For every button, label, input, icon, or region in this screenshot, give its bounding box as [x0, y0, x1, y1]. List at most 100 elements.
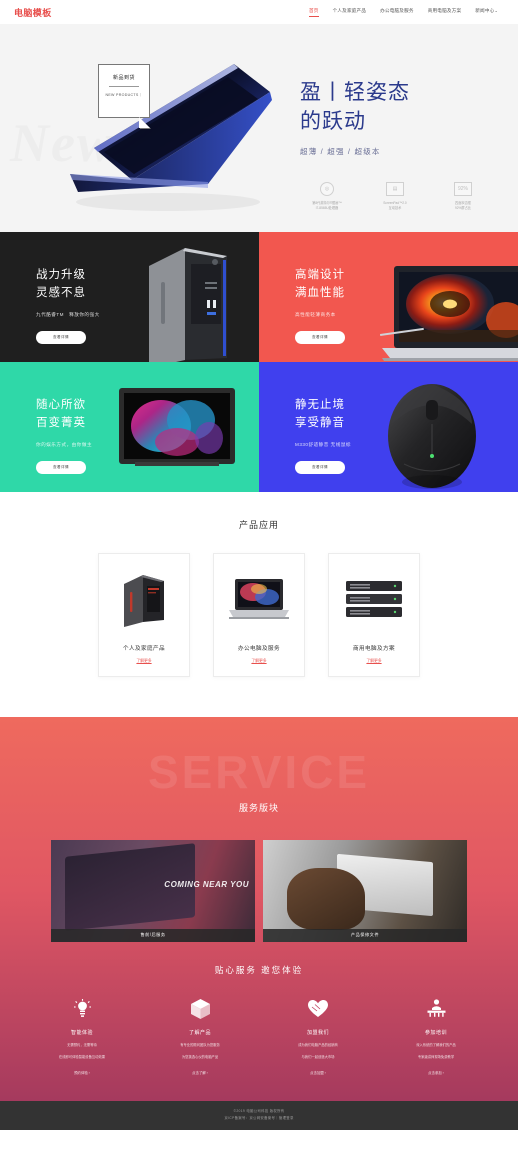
main-navigation: 首页 个人及家庭产品 办公电脑及服务 商用电脑及方案 新闻中心⌄ — [308, 8, 504, 17]
care-item-join[interactable]: 加盟我们 成为我们电脑产品的经销商 与我们一起创造大市场 点击加盟 › — [281, 998, 355, 1075]
application-more-personal[interactable]: 了解更多 — [105, 659, 183, 664]
screen-icon: ▤ — [386, 182, 404, 196]
training-icon — [399, 998, 473, 1020]
nav-item-news[interactable]: 新闻中心⌄ — [475, 8, 498, 17]
care-item-products[interactable]: 了解产品 有专业的顾问团队为您服务 为您挑选心仪的电脑产品 点击了解 › — [163, 998, 237, 1075]
application-name-business: 商用电脑及方案 — [353, 646, 395, 652]
panel-tablet-subtitle: 你的娱乐方式，由你做主 — [36, 441, 93, 447]
hero-feature-display: 92% 四面窄边框 92%屏占比 — [440, 182, 486, 212]
nav-item-office-products[interactable]: 办公电脑及服务 — [380, 8, 414, 17]
application-card-business[interactable]: 商用电脑及方案 了解更多 — [328, 553, 420, 677]
care-title-products: 了解产品 — [188, 1029, 211, 1036]
panel-tablet[interactable]: 随心所欲 百变菁英 你的娱乐方式，由你做主 查看详情 — [0, 362, 259, 492]
footer-links: 京ICP备案号：京公网安备案号｜管理登录 — [0, 1115, 518, 1122]
cpu-icon: ◎ — [320, 182, 334, 196]
hero-feature-cpu: ◎ 第8代英特尔®酷睿™ i7-8565U处理器 — [304, 182, 350, 212]
panel-business-button[interactable]: 查看详情 — [295, 330, 345, 344]
panel-mouse-button[interactable]: 查看详情 — [295, 460, 345, 474]
panel-mouse-copy: 静无止境 享受静音 M330舒适静音 无线鼠标 查看详情 — [295, 396, 351, 474]
panel-business-heading1: 高端设计 — [295, 269, 345, 281]
panel-gaming-heading1: 战力升级 — [36, 269, 86, 281]
nav-item-home[interactable]: 首页 — [308, 8, 319, 17]
panel-mouse[interactable]: 静无止境 享受静音 M330舒适静音 无线鼠标 查看详情 — [259, 362, 518, 492]
nav-item-personal-products[interactable]: 个人及家庭产品 — [333, 8, 367, 17]
application-cards: 个人及家庭产品 了解更多 办公电脑及服务 了解更多 商用电脑及方案 了解更多 — [0, 553, 518, 677]
package-icon — [163, 998, 237, 1020]
wireless-mouse-image — [388, 384, 476, 489]
service-card-warranty[interactable]: 产品保修文件 — [263, 839, 467, 942]
application-card-office[interactable]: 办公电脑及服务 了解更多 — [213, 553, 305, 677]
care-link-training[interactable]: 点击参加 › — [399, 1070, 473, 1075]
care-title-join: 加盟我们 — [306, 1029, 329, 1036]
care-desc-join-1: 成为我们电脑产品的经销商 — [298, 1042, 338, 1047]
application-more-business[interactable]: 了解更多 — [335, 659, 413, 664]
service-overlay-text: COMING NEAR YOU — [164, 879, 249, 889]
new-products-badge: 新品到货 NEW PRODUCTS｜ — [98, 64, 150, 118]
hero-laptop-image — [70, 64, 272, 211]
service-cards: COMING NEAR YOU 售前/后服务 产品保修文件 — [0, 839, 518, 942]
nav-item-business-products[interactable]: 商用电脑及方案 — [428, 8, 462, 17]
care-services-section: 贴心服务 邀您体验 智能体验 无需预约，无需等待 在线即可体验智能设备互动效果 … — [0, 942, 518, 1101]
service-card-presales[interactable]: COMING NEAR YOU 售前/后服务 — [51, 839, 255, 942]
footer-police[interactable]: 京公网安备案号 — [249, 1116, 275, 1120]
badge-title: 新品到货 — [112, 75, 135, 81]
tablet-image — [119, 388, 235, 466]
product-panels: 战力升级 灵感不息 九代酷睿TM 释放你的强大 查看详情 高端设计 满血性能 高… — [0, 232, 518, 492]
application-more-office[interactable]: 了解更多 — [220, 659, 298, 664]
hero-feature-screen-line2: 互动技术 — [388, 206, 402, 211]
display-icon: 92% — [454, 182, 472, 196]
panel-tablet-heading2: 百变菁英 — [36, 417, 86, 430]
application-name-personal: 个人及家庭产品 — [123, 646, 165, 652]
care-items: 智能体验 无需预约，无需等待 在线即可体验智能设备互动效果 预约体验 › 了解产… — [0, 998, 518, 1075]
care-link-products[interactable]: 点击了解 › — [163, 1070, 237, 1075]
panel-mouse-heading2: 享受静音 — [295, 417, 345, 430]
panel-tablet-copy: 随心所欲 百变菁英 你的娱乐方式，由你做主 查看详情 — [36, 396, 92, 474]
footer-admin-login[interactable]: 管理登录 — [279, 1116, 294, 1120]
hero-feature-cpu-line2: i7-8565U处理器 — [315, 206, 339, 211]
footer-icp[interactable]: 京ICP备案号： — [224, 1116, 249, 1120]
care-desc-experience-1: 无需预约，无需等待 — [67, 1042, 97, 1047]
care-title: 贴心服务 邀您体验 — [214, 964, 304, 975]
application-card-personal[interactable]: 个人及家庭产品 了解更多 — [98, 553, 190, 677]
hand-shape — [287, 867, 365, 930]
badge-divider — [109, 86, 139, 87]
care-item-experience[interactable]: 智能体验 无需预约，无需等待 在线即可体验智能设备互动效果 预约体验 › — [45, 998, 119, 1075]
panel-gaming-desktop[interactable]: 战力升级 灵感不息 九代酷睿TM 释放你的强大 查看详情 — [0, 232, 259, 362]
hero-heading-line2: 的跃动 — [300, 110, 366, 134]
hero-subtitle: 超薄 / 超强 / 超级本 — [300, 146, 381, 156]
service-title: 服务版块 — [238, 802, 279, 813]
panel-tablet-button[interactable]: 查看详情 — [36, 460, 86, 474]
server-rack-image — [335, 568, 413, 630]
panel-tablet-heading1: 随心所欲 — [36, 399, 86, 411]
application-name-office: 办公电脑及服务 — [238, 646, 280, 652]
care-link-join[interactable]: 点击加盟 › — [281, 1070, 355, 1075]
site-header: 电脑模板 首页 个人及家庭产品 办公电脑及服务 商用电脑及方案 新闻中心⌄ — [0, 0, 518, 24]
badge-subtitle: NEW PRODUCTS｜ — [105, 93, 143, 97]
lightbulb-icon — [45, 998, 119, 1020]
care-desc-experience-2: 在线即可体验智能设备互动效果 — [58, 1055, 106, 1060]
footer-copyright: ©2019 电脑公司科技 版权所有 — [233, 1108, 285, 1113]
care-desc-join-2: 与我们一起创造大市场 — [301, 1055, 335, 1060]
desktop-tower-image — [149, 248, 227, 362]
panel-business-copy: 高端设计 满血性能 高性能轻薄商务本 查看详情 — [295, 266, 345, 344]
care-desc-training-1: 深入系统的了解我们的产品 — [416, 1042, 456, 1047]
product-applications-section: 产品应用 个人及家庭产品 了解更多 办公电脑及服务 了解更多 商用电脑及方案 了… — [0, 492, 518, 717]
panel-gaming-copy: 战力升级 灵感不息 九代酷睿TM 释放你的强大 查看详情 — [36, 266, 100, 344]
hero-banner: New 新品到货 NEW PRODUCTS｜ 盈丨轻姿态 的跃动 超薄 / 超强… — [0, 24, 518, 232]
care-title-experience: 智能体验 — [70, 1029, 93, 1036]
panel-gaming-heading2: 灵感不息 — [36, 287, 86, 300]
hero-feature-list: ◎ 第8代英特尔®酷睿™ i7-8565U处理器 ▤ ScreenPad™2.0… — [304, 182, 486, 212]
panel-business-heading2: 满血性能 — [295, 287, 345, 300]
care-link-experience[interactable]: 预约体验 › — [45, 1070, 119, 1075]
care-desc-training-2: 专家级讲师现场免费教学 — [417, 1055, 455, 1060]
site-logo[interactable]: 电脑模板 — [14, 6, 52, 19]
chevron-down-icon: ⌄ — [494, 7, 498, 13]
hero-feature-screen: ▤ ScreenPad™2.0 互动技术 — [372, 182, 418, 212]
care-item-training[interactable]: 参加培训 深入系统的了解我们的产品 专家级讲师现场免费教学 点击参加 › — [399, 998, 473, 1075]
service-caption-presales: 售前/后服务 — [51, 928, 255, 942]
panel-business-laptop[interactable]: 高端设计 满血性能 高性能轻薄商务本 查看详情 — [259, 232, 518, 362]
panel-mouse-subtitle: M330舒适静音 无线鼠标 — [295, 441, 352, 447]
care-desc-products-1: 有专业的顾问团队为您服务 — [180, 1042, 220, 1047]
panel-gaming-button[interactable]: 查看详情 — [36, 330, 86, 344]
handshake-icon — [281, 998, 355, 1020]
